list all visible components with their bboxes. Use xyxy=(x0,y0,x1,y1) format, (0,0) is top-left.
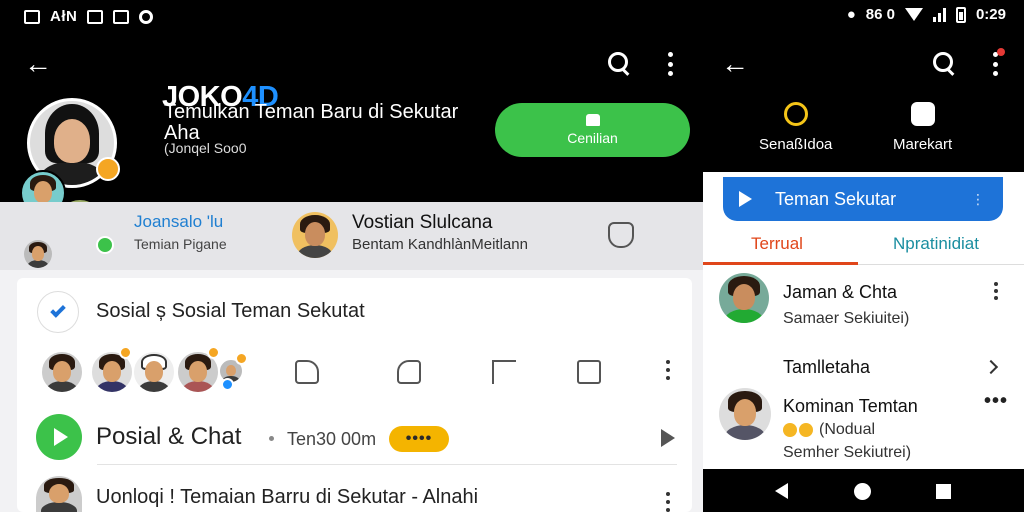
suggestion-subtitle: Bentam KandhlànMeitlann xyxy=(352,236,528,253)
sync-icon xyxy=(139,9,154,24)
friend-name[interactable]: Jaman & Chta xyxy=(783,282,897,303)
notification-dot xyxy=(997,48,1005,56)
friend-avatar[interactable] xyxy=(24,240,52,268)
quick-action-label: Marekart xyxy=(893,136,953,153)
panel-header[interactable]: Teman Sekutar ⋮ xyxy=(723,177,1003,221)
notification-badge xyxy=(207,346,220,359)
participant-avatar[interactable] xyxy=(132,350,176,394)
panel-title: Teman Sekutar xyxy=(775,189,897,209)
system-nav-bar xyxy=(703,469,1024,512)
user-card-icon xyxy=(910,102,935,126)
status-codes: 86 0 xyxy=(865,6,895,23)
wifi-icon xyxy=(904,8,923,21)
sun-icon xyxy=(783,102,808,126)
tab-terrual[interactable]: Terrual xyxy=(751,234,803,254)
friend-name[interactable]: Kominan Temtan xyxy=(783,396,918,417)
back-arrow-icon[interactable]: ← xyxy=(24,50,52,78)
send-icon[interactable] xyxy=(661,429,675,447)
follow-button[interactable]: Cenilian xyxy=(495,103,690,157)
post-title[interactable]: Uonloqi ! Temaian Barru di Sekutar - Aln… xyxy=(96,486,478,509)
more-options-icon[interactable] xyxy=(993,282,999,300)
search-icon[interactable] xyxy=(933,52,955,74)
quick-action[interactable]: Marekart xyxy=(893,102,952,153)
friends-panel: Teman Sekutar ⋮ Terrual Npratinidiat Jam… xyxy=(703,172,1024,469)
status-bar: AłN ● 86 0 0:29 xyxy=(0,0,1024,32)
friend-subtitle: (Nodual xyxy=(819,421,876,438)
divider xyxy=(97,464,677,465)
share-icon[interactable] xyxy=(397,360,421,384)
suggestion-avatar[interactable] xyxy=(292,212,338,258)
signal-icon xyxy=(932,7,946,22)
post-title[interactable]: Sosial ș Sosial Teman Sekutat xyxy=(96,300,365,323)
nav-home-icon[interactable] xyxy=(854,483,871,500)
chat-title[interactable]: Posial & Chat xyxy=(96,423,241,451)
feed-card: Sosial ș Sosial Teman Sekutat Posial & C… xyxy=(17,278,692,512)
profile-title: Temulkan Teman Baru di Sekutar Aha xyxy=(164,101,459,144)
more-options-icon[interactable] xyxy=(667,52,673,76)
suggestion-name[interactable]: Vostian Slulcana xyxy=(352,212,493,234)
participant-avatar[interactable] xyxy=(40,350,84,394)
status-text: AłN xyxy=(50,8,78,25)
notification-icon xyxy=(87,9,104,24)
check-icon xyxy=(37,291,79,333)
search-icon[interactable] xyxy=(608,52,630,74)
online-badge-icon xyxy=(221,378,234,391)
emoji-icon xyxy=(783,423,797,437)
more-options-icon[interactable]: ⋮ xyxy=(971,191,985,208)
like-icon[interactable] xyxy=(295,360,319,384)
more-options-icon[interactable] xyxy=(992,52,998,76)
play-icon xyxy=(739,191,752,207)
emoji-icon xyxy=(799,423,813,437)
online-badge-icon xyxy=(96,236,114,254)
wave-icon[interactable] xyxy=(608,222,634,248)
friends-header: ← SenaßIdoa Marekart xyxy=(703,32,1024,172)
quick-action[interactable]: SenaßIdoa xyxy=(759,102,832,153)
chevron-right-icon[interactable] xyxy=(983,359,999,375)
nav-back-icon[interactable] xyxy=(775,483,788,499)
more-options-icon[interactable]: ••• xyxy=(984,390,1008,413)
follow-button-label: Cenilian xyxy=(567,130,618,146)
save-icon[interactable] xyxy=(577,360,601,384)
verified-badge-icon xyxy=(96,157,120,181)
battery-icon xyxy=(955,6,966,23)
chat-meta: Ten30 00m xyxy=(287,429,377,449)
profile-subtitle: (Jonqel Soo0 xyxy=(164,140,247,156)
quick-action-label: SenaßIdoa xyxy=(759,136,833,153)
notification-badge xyxy=(119,346,132,359)
suggestion-strip: Joansalo 'lu Temian Pigane Vostian Slulc… xyxy=(0,202,703,270)
bookmark-icon[interactable] xyxy=(492,360,516,384)
thumbs-up-icon xyxy=(585,114,600,126)
more-options-icon[interactable] xyxy=(665,492,671,512)
status-time: 0:29 xyxy=(975,6,1006,23)
tab-npratinidiat[interactable]: Npratinidiat xyxy=(893,234,979,254)
status-right: ● 86 0 0:29 xyxy=(847,6,1006,23)
tab-indicator xyxy=(703,262,858,265)
profile-header: ← JOKO4D Temulkan Teman Baru di Sekutar … xyxy=(0,32,703,246)
gallery-icon xyxy=(24,9,40,24)
nav-recents-icon[interactable] xyxy=(936,484,951,499)
list-item-label[interactable]: Tamlletaha xyxy=(783,357,870,378)
status-left: AłN xyxy=(24,8,154,25)
notification-badge xyxy=(235,352,248,365)
suggestion-name[interactable]: Joansalo 'lu xyxy=(134,212,223,232)
separator-dot xyxy=(269,436,274,441)
chat-icon[interactable] xyxy=(36,414,82,460)
friend-subtitle: Semher Sekiutrei) xyxy=(783,444,912,461)
mail-icon xyxy=(113,9,130,24)
friend-subtitle: Samaer Sekiuitei) xyxy=(783,310,910,327)
suggestion-subtitle: Temian Pigane xyxy=(134,236,227,252)
post-avatar[interactable] xyxy=(36,476,82,512)
friend-avatar[interactable] xyxy=(719,273,769,323)
more-options-icon[interactable] xyxy=(665,360,671,380)
friend-avatar[interactable] xyxy=(719,388,771,440)
typing-badge: •••• xyxy=(389,426,449,452)
alarm-icon: ● xyxy=(846,6,856,23)
reaction-row xyxy=(37,346,677,396)
feed: Sosial ș Sosial Teman Sekutat Posial & C… xyxy=(0,270,703,512)
back-arrow-icon[interactable]: ← xyxy=(721,50,749,78)
